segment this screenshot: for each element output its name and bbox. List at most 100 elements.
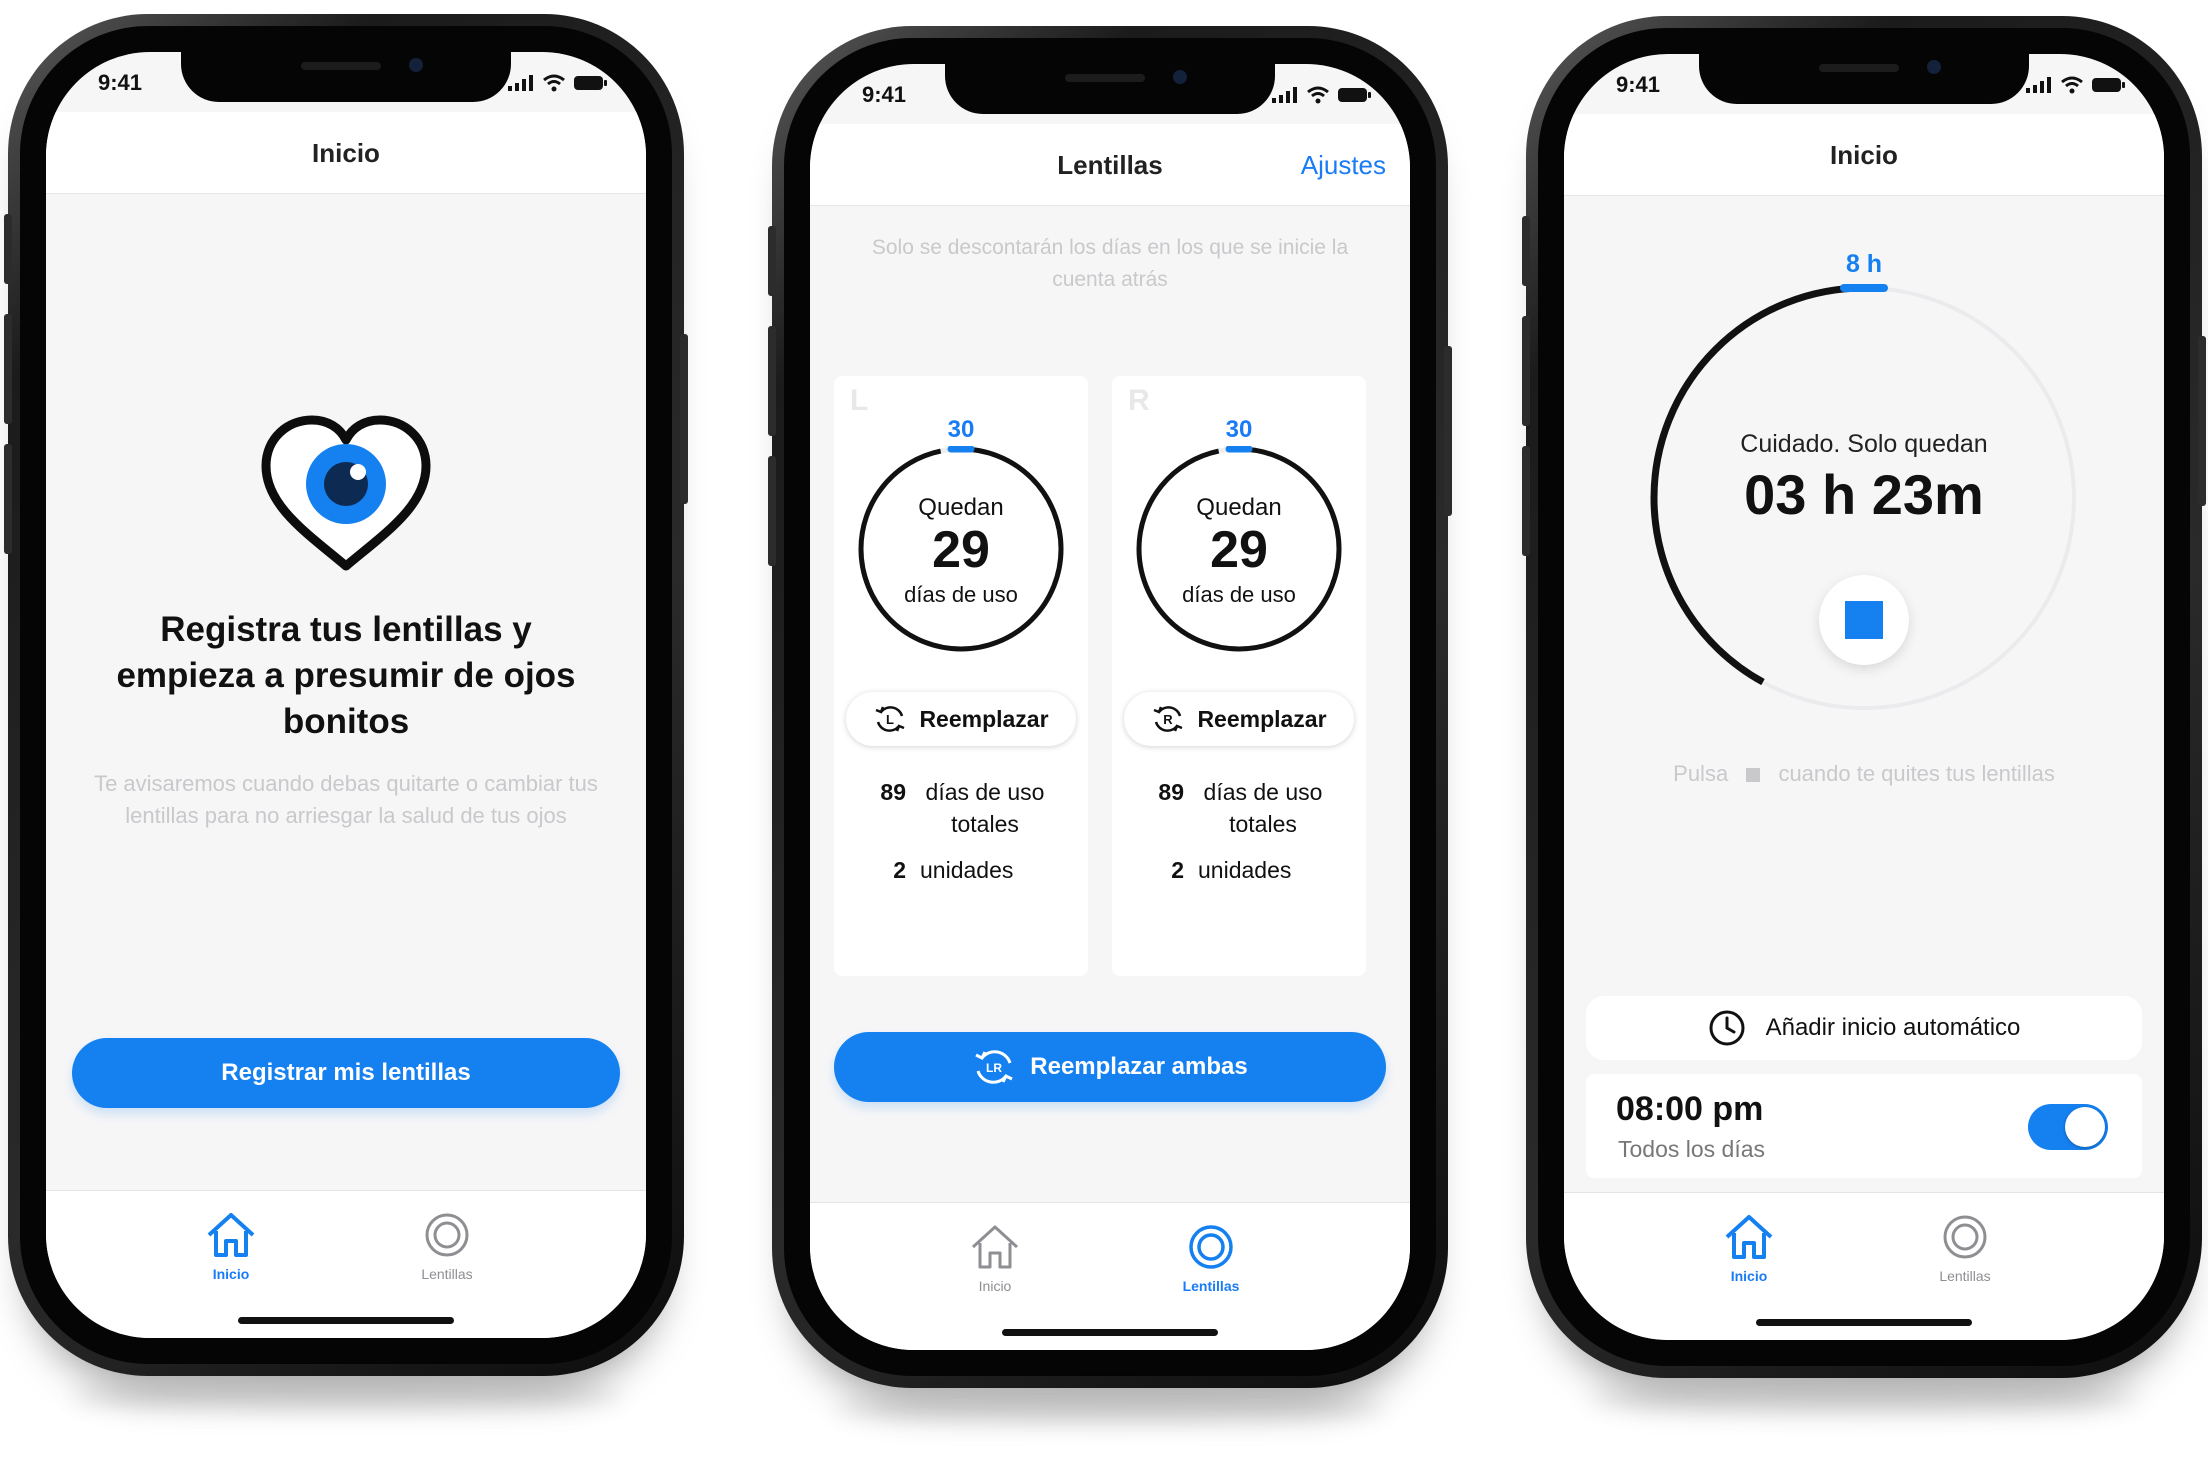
lens-icon xyxy=(1189,1225,1233,1269)
replace-icon-letter: L xyxy=(886,712,894,727)
lens-card-right: R 30 Quedan 29 días de uso R Reemplazar … xyxy=(1112,376,1366,976)
tab-lentillas[interactable]: Lentillas xyxy=(1910,1213,2020,1284)
power-button xyxy=(680,334,688,504)
stop-hint: Pulsa cuando te quites tus lentillas xyxy=(1604,758,2124,790)
usage-count: 89 xyxy=(1158,779,1184,805)
status-time: 9:41 xyxy=(98,70,143,95)
home-icon xyxy=(207,1213,255,1257)
tab-lentillas[interactable]: Lentillas xyxy=(392,1211,502,1282)
mute-switch xyxy=(4,214,12,284)
units-label: unidades xyxy=(920,857,1014,883)
replace-icon-letter: R xyxy=(1164,712,1174,727)
tab-inicio[interactable]: Inicio xyxy=(940,1223,1050,1294)
stop-button[interactable] xyxy=(1819,575,1909,665)
alarm-toggle[interactable] xyxy=(2028,1104,2108,1150)
power-button xyxy=(2198,336,2206,506)
screen: 9:41 Inicio Registra tus lentillas y emp… xyxy=(46,52,646,1338)
status-icons xyxy=(508,74,608,92)
home-icon xyxy=(1725,1215,1773,1259)
add-auto-start-button[interactable]: Añadir inicio automático xyxy=(1586,996,2142,1060)
remaining-unit: días de uso xyxy=(1182,582,1296,607)
welcome-heading: Registra tus lentillas y empieza a presu… xyxy=(116,610,576,741)
units-label: unidades xyxy=(1198,857,1292,883)
lens-icon xyxy=(1943,1215,1987,1259)
usage-count: 89 xyxy=(880,779,906,805)
replace-label: Reemplazar xyxy=(1197,705,1327,732)
usage-label: días de uso totales xyxy=(925,779,1045,837)
remaining-unit: días de uso xyxy=(904,582,1018,607)
register-lenses-button[interactable]: Registrar mis lentillas xyxy=(72,1038,620,1108)
stop-hint-square-icon xyxy=(1746,768,1761,783)
status-icons xyxy=(2026,76,2126,94)
replace-label: Reemplazar xyxy=(919,705,1049,732)
replace-both-label: Reemplazar ambas xyxy=(1030,1053,1248,1080)
navigation-bar: Inicio xyxy=(46,112,646,194)
tab-label: Lentillas xyxy=(421,1266,473,1282)
usage-stat: 89 días de uso totales xyxy=(874,776,1078,840)
tab-label: Inicio xyxy=(212,1266,250,1282)
notch xyxy=(181,52,511,102)
tab-label: Lentillas xyxy=(1939,1268,1991,1284)
showcase: 9:41 Inicio Registra tus lentillas y emp… xyxy=(0,0,2208,1470)
settings-link[interactable]: Ajustes xyxy=(1301,150,1386,181)
status-time: 9:41 xyxy=(1616,72,1661,97)
welcome-hint: Te avisaremos cuando debas quitarte o ca… xyxy=(94,771,598,828)
replace-both-button[interactable]: LR Reemplazar ambas xyxy=(834,1032,1386,1102)
usage-stat: 89 días de uso totales xyxy=(1152,776,1356,840)
replace-cycle-icon: L xyxy=(875,706,905,732)
wifi-icon xyxy=(2061,76,2083,94)
home-icon xyxy=(971,1225,1019,1269)
page-title: Inicio xyxy=(1830,140,1898,170)
tab-inicio[interactable]: Inicio xyxy=(176,1211,286,1282)
replace-cycle-icon: R xyxy=(1153,706,1183,732)
signal-icon xyxy=(508,75,533,91)
stop-icon xyxy=(1845,601,1883,639)
stop-hint-prefix: Pulsa xyxy=(1673,761,1729,786)
tab-lentillas[interactable]: Lentillas xyxy=(1156,1223,1266,1294)
heart-eye-icon xyxy=(261,415,431,571)
units-stat: 2 unidades xyxy=(874,854,1078,886)
status-icons xyxy=(1272,86,1372,104)
battery-icon xyxy=(2092,78,2125,92)
lens-icon xyxy=(425,1213,469,1257)
timer-warning: Cuidado. Solo quedan xyxy=(1740,430,1988,458)
wifi-icon xyxy=(543,74,565,92)
wifi-icon xyxy=(1307,86,1329,104)
replace-left-button[interactable]: L Reemplazar xyxy=(846,692,1076,746)
tab-inicio[interactable]: Inicio xyxy=(1694,1213,1804,1284)
phone-inicio-timer: 9:41 Inicio 8 h Cuidado. Solo quedan 03 … xyxy=(1522,16,2206,1378)
mute-switch xyxy=(768,226,776,296)
battery-icon xyxy=(574,76,607,90)
replace-both-icon: LR xyxy=(975,1050,1013,1084)
total-days: 30 xyxy=(1225,416,1253,443)
mute-switch xyxy=(1522,216,1530,286)
tab-label: Inicio xyxy=(1730,1268,1768,1284)
remaining-days: 29 xyxy=(1210,521,1268,579)
status-time: 9:41 xyxy=(862,82,907,107)
lens-side-label: R xyxy=(1128,384,1150,417)
volume-up-button xyxy=(4,314,12,424)
toggle-knob xyxy=(2065,1107,2105,1147)
power-button xyxy=(1444,346,1452,516)
usage-label: días de uso totales xyxy=(1203,779,1323,837)
signal-icon xyxy=(2026,77,2051,93)
remaining-days: 29 xyxy=(932,521,990,579)
replace-right-button[interactable]: R Reemplazar xyxy=(1124,692,1354,746)
units-count: 2 xyxy=(1171,857,1184,883)
timer-remaining: 03 h 23m xyxy=(1744,463,1984,526)
notch xyxy=(1699,54,2029,104)
volume-down-button xyxy=(4,444,12,554)
volume-down-button xyxy=(1522,446,1530,556)
navigation-bar: Inicio xyxy=(1564,114,2164,196)
tab-label: Lentillas xyxy=(1182,1278,1240,1294)
alarm-repeat: Todos los días xyxy=(1618,1136,1766,1162)
screen: 9:41 Lentillas Ajustes Solo se descontar… xyxy=(810,64,1410,1350)
phone-inicio-register: 9:41 Inicio Registra tus lentillas y emp… xyxy=(4,14,688,1376)
signal-icon xyxy=(1272,87,1297,103)
battery-icon xyxy=(1338,88,1371,102)
stop-hint-suffix: cuando te quites tus lentillas xyxy=(1778,761,2055,786)
countdown-hint: Solo se descontarán los días en los que … xyxy=(871,236,1349,291)
remaining-label: Quedan xyxy=(918,494,1004,521)
volume-up-button xyxy=(768,326,776,436)
lens-side-label: L xyxy=(850,384,869,417)
